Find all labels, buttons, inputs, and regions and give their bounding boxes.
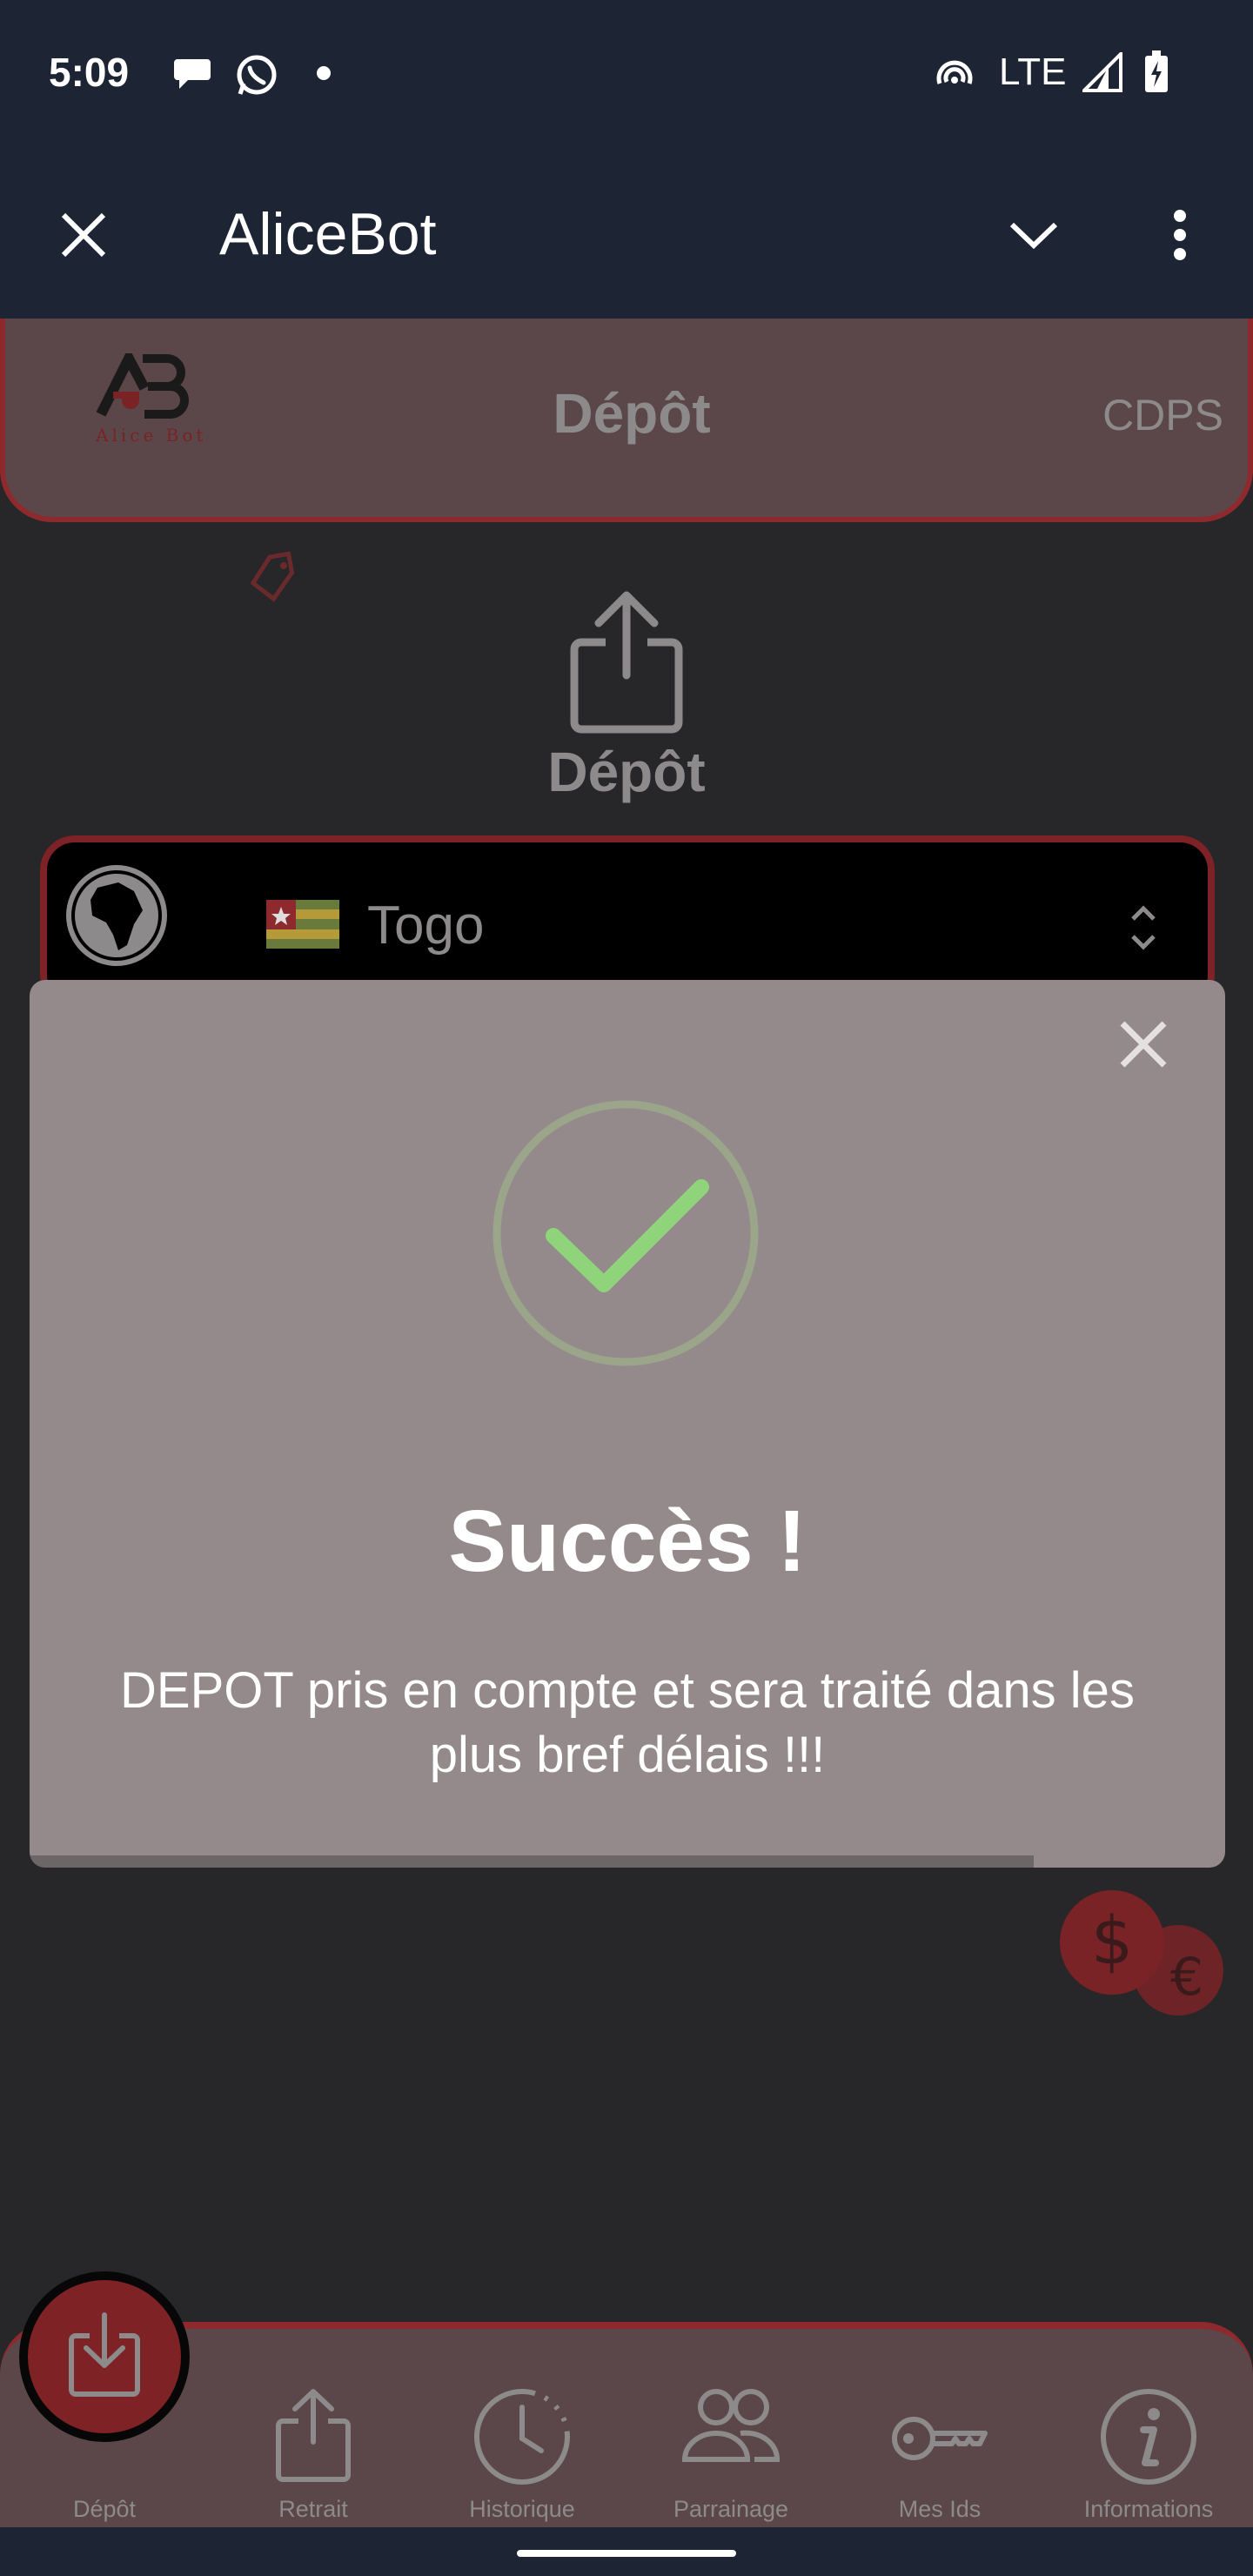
nav-label: Parrainage	[673, 2496, 789, 2522]
success-dialog: Succès ! DEPOT pris en compte et sera tr…	[30, 980, 1225, 1868]
chevron-up-down-icon	[1129, 903, 1157, 956]
dot-icon	[317, 66, 331, 84]
chevron-down-icon[interactable]	[999, 200, 1069, 270]
nav-item-mes-ids[interactable]: Mes Ids	[835, 2329, 1044, 2534]
checkmark-icon	[491, 1098, 761, 1372]
page-header: Alice Bot Dépôt CDPS	[0, 319, 1253, 522]
battery-charging-icon	[1143, 50, 1169, 98]
nav-label: Historique	[469, 2496, 575, 2522]
clock-icon	[418, 2386, 626, 2487]
nav-label: Dépôt	[72, 2496, 137, 2522]
page-title: Dépôt	[553, 382, 711, 445]
network-type: LTE	[999, 50, 1067, 93]
currency-icon: $ €	[1056, 1887, 1230, 2030]
home-gesture-bar[interactable]	[517, 2550, 736, 2557]
country-value: Togo	[367, 896, 485, 956]
svg-text:€: €	[1170, 1947, 1203, 2008]
tag-icon	[245, 550, 299, 608]
nav-item-informations[interactable]: Informations	[1044, 2329, 1253, 2534]
svg-text:$: $	[1091, 1902, 1133, 1979]
nav-label: Mes Ids	[898, 2496, 982, 2522]
status-time: 5:09	[49, 50, 130, 95]
info-icon	[1044, 2386, 1253, 2487]
hotspot-icon	[933, 56, 976, 98]
section-title: Dépôt	[547, 741, 706, 803]
depot-fab[interactable]	[19, 2271, 190, 2442]
people-icon	[626, 2386, 835, 2465]
nav-item-historique[interactable]: Historique	[418, 2329, 626, 2534]
timer-progress-fill	[30, 1855, 1035, 1868]
system-nav-bar	[0, 2527, 1253, 2576]
app-bar: AliceBot	[0, 148, 1253, 319]
globe-icon	[63, 862, 171, 974]
close-icon[interactable]	[49, 200, 118, 270]
status-bar: 5:09 LTE	[0, 0, 1253, 148]
dialog-message: DEPOT pris en compte et sera traité dans…	[120, 1662, 1135, 1783]
header-cdps-link[interactable]: CDPS	[1102, 390, 1223, 440]
togo-flag-icon	[266, 900, 339, 949]
whatsapp-icon	[235, 54, 278, 102]
upload-icon	[567, 588, 686, 741]
more-vert-icon[interactable]	[1145, 200, 1215, 270]
nav-label: Informations	[1083, 2496, 1214, 2522]
chat-bubble-icon	[172, 54, 214, 97]
signal-icon	[1080, 50, 1122, 97]
nav-item-retrait[interactable]: Retrait	[209, 2329, 418, 2534]
dialog-title: Succès !	[448, 1493, 807, 1590]
key-icon	[835, 2412, 1044, 2465]
nav-item-parrainage[interactable]: Parrainage	[626, 2329, 835, 2534]
download-icon	[67, 2310, 142, 2405]
close-icon[interactable]	[1116, 1016, 1171, 1072]
app-title: AliceBot	[219, 201, 437, 267]
upload-icon	[209, 2386, 418, 2485]
timer-progress-bar	[30, 1855, 1225, 1868]
nav-label: Retrait	[278, 2496, 348, 2522]
